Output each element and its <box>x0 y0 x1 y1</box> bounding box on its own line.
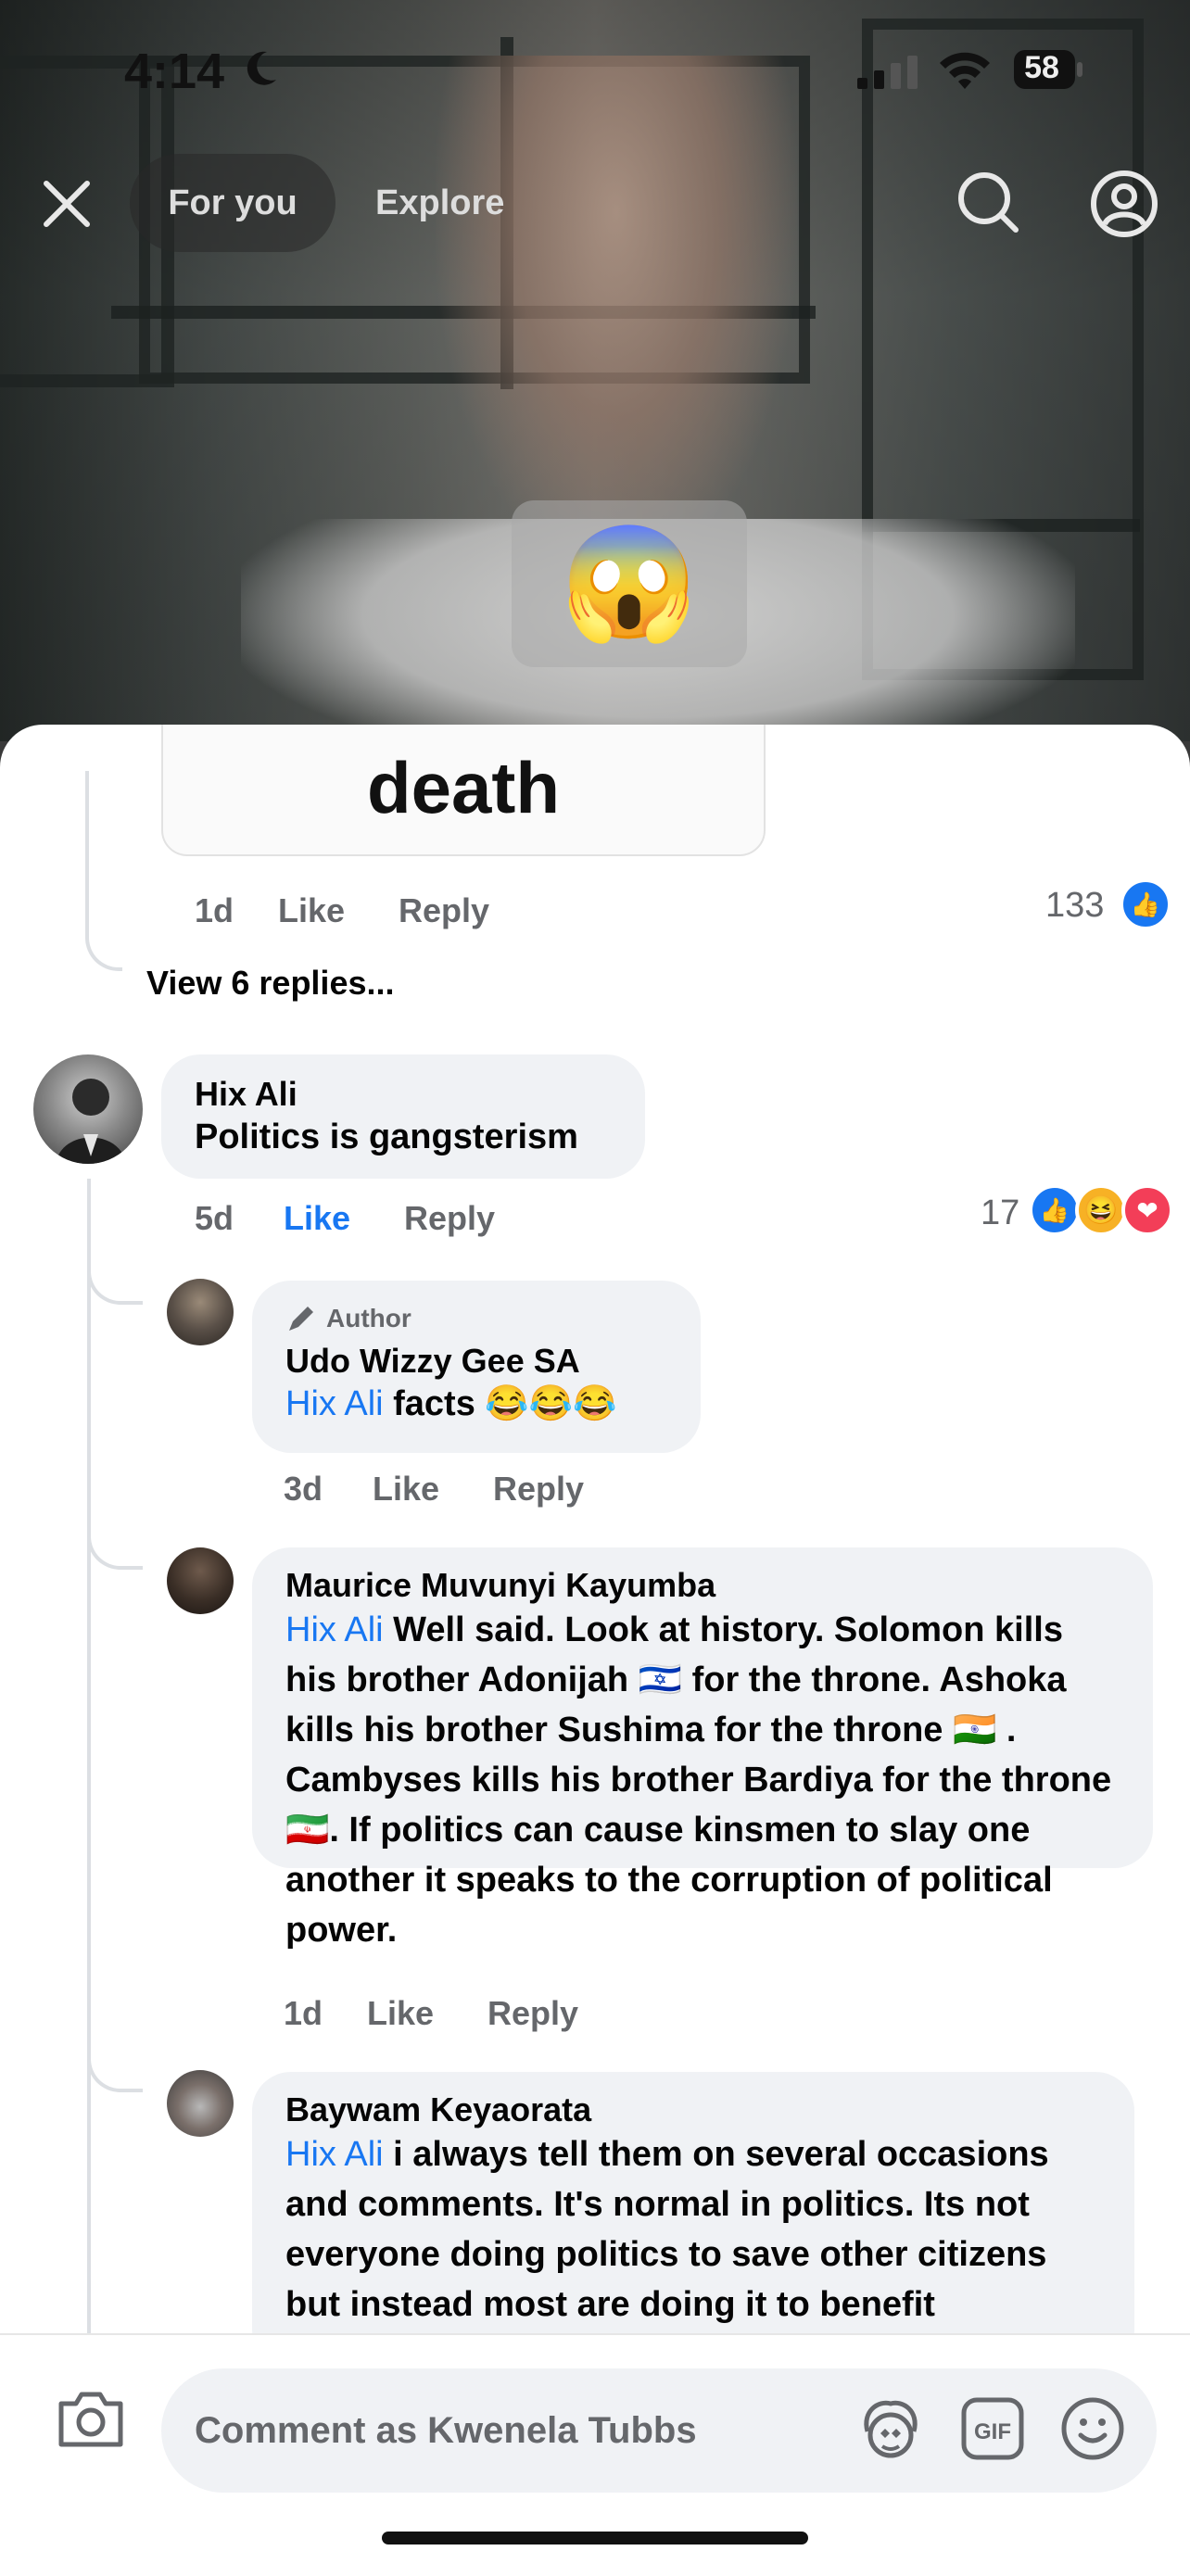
reply-button[interactable]: Reply <box>404 1199 495 1238</box>
commenter-name[interactable]: Hix Ali <box>195 1075 612 1114</box>
comment-body: i always tell them on several occasions … <box>285 2135 1049 2324</box>
reply-button[interactable]: Reply <box>493 1470 584 1509</box>
reaction-count[interactable]: 17 <box>981 1193 1019 1233</box>
comment-bubble-udo-wizzy[interactable]: Author Udo Wizzy Gee SA Hix Ali facts 😂😂… <box>252 1281 701 1453</box>
thread-connector <box>85 771 122 971</box>
mention-link[interactable]: Hix Ali <box>285 2135 384 2174</box>
like-button[interactable]: Like <box>373 1470 439 1509</box>
avatar-sticker-icon[interactable] <box>856 2394 925 2463</box>
comment-body: facts 😂😂😂 <box>383 1384 617 1423</box>
commenter-name[interactable]: Baywam Keyaorata <box>285 2090 1101 2129</box>
comment-bubble-maurice[interactable]: Maurice Muvunyi Kayumba Hix Ali Well sai… <box>252 1547 1153 1950</box>
screaming-face-emoji: 😱 <box>560 521 699 645</box>
reply-connector <box>87 1244 143 1305</box>
search-icon[interactable] <box>955 169 1021 235</box>
avatar-udo-wizzy[interactable] <box>167 1279 234 1345</box>
reply-button[interactable]: Reply <box>487 1994 578 2033</box>
comment-time: 1d <box>284 1994 323 2032</box>
comment-text: Hix Ali facts 😂😂😂 <box>285 1381 667 1427</box>
camera-icon[interactable] <box>56 2385 126 2452</box>
mention-link[interactable]: Hix Ali <box>285 1384 384 1423</box>
status-time: 4:14 <box>124 44 225 99</box>
like-button[interactable]: Like <box>278 891 345 930</box>
comment-body: Well said. Look at history. Solomon kill… <box>285 1610 1112 1950</box>
comments-sheet[interactable]: death 1d Like Reply 133 👍 View 6 replies… <box>0 725 1190 2574</box>
person-silhouette <box>436 56 797 575</box>
mention-link[interactable]: Hix Ali <box>285 1610 384 1649</box>
svg-text:GIF: GIF <box>974 2419 1011 2444</box>
comment-meme-image[interactable]: death <box>161 725 766 856</box>
author-badge-label: Author <box>326 1304 411 1332</box>
profile-icon[interactable] <box>1089 169 1159 239</box>
reaction-count[interactable]: 133 <box>1045 886 1104 926</box>
comment-text: Hix Ali Well said. Look at history. Solo… <box>285 1605 1120 1955</box>
reply-connector <box>87 2050 143 2092</box>
like-button[interactable]: Like <box>367 1994 434 2033</box>
tab-explore[interactable]: Explore <box>375 154 504 252</box>
avatar-hix-ali[interactable] <box>33 1054 143 1164</box>
commenter-name[interactable]: Maurice Muvunyi Kayumba <box>285 1566 1120 1605</box>
pencil-icon <box>289 1307 313 1331</box>
wifi-icon <box>940 52 990 89</box>
avatar-maurice[interactable] <box>167 1547 234 1614</box>
like-reaction-icon: 👍 <box>1029 1184 1081 1236</box>
comment-time: 5d <box>195 1199 234 1237</box>
comment-text: Hix Ali i always tell them on several oc… <box>285 2129 1101 2330</box>
emoji-icon[interactable] <box>1058 2394 1127 2463</box>
like-button-active[interactable]: Like <box>284 1199 350 1238</box>
author-badge: Author <box>285 1303 667 1334</box>
comment-bubble-baywam[interactable]: Baywam Keyaorata Hix Ali i always tell t… <box>252 2072 1134 2368</box>
comment-time: 3d <box>284 1470 323 1508</box>
avatar-baywam[interactable] <box>167 2070 234 2137</box>
commenter-name[interactable]: Udo Wizzy Gee SA <box>285 1342 667 1381</box>
love-reaction-icon: ❤ <box>1121 1184 1173 1236</box>
comment-text: Politics is gangsterism <box>195 1118 578 1156</box>
cellular-signal-icon <box>857 56 918 89</box>
battery-percentage: 58 <box>1024 50 1059 85</box>
haha-reaction-icon: 😆 <box>1075 1184 1127 1236</box>
like-reaction-icon: 👍 <box>1120 878 1171 930</box>
meme-text: death <box>366 747 561 828</box>
reply-connector <box>87 1522 143 1570</box>
reply-button[interactable]: Reply <box>399 891 489 930</box>
portrait-icon <box>56 1079 126 1164</box>
reaction-emoji-popup: 😱 <box>512 500 747 667</box>
home-indicator[interactable] <box>382 2532 808 2544</box>
view-replies-link[interactable]: View 6 replies... <box>146 964 395 1003</box>
moon-icon <box>247 51 276 85</box>
comment-bubble-hix-ali[interactable]: Hix Ali Politics is gangsterism <box>161 1054 645 1179</box>
close-icon[interactable] <box>39 176 95 232</box>
tab-for-you[interactable]: For you <box>130 154 335 252</box>
comment-time: 1d <box>195 891 234 929</box>
gif-icon[interactable]: GIF <box>960 2396 1025 2461</box>
